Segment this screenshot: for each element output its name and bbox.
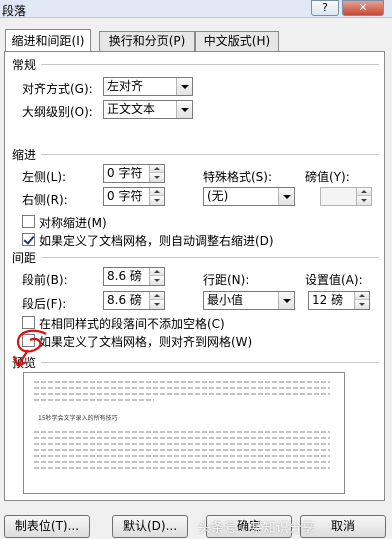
spin-down-icon[interactable]: [149, 196, 164, 205]
window-title: 段落: [2, 4, 27, 18]
spacing-at-stepper[interactable]: 12 磅: [308, 291, 370, 310]
special-indent-dropdown[interactable]: (无): [203, 187, 295, 206]
chevron-down-icon[interactable]: [278, 292, 294, 309]
preview-line: [34, 437, 330, 439]
spin-down-icon[interactable]: [149, 173, 164, 182]
spin-up-icon[interactable]: [356, 188, 371, 196]
no-space-same-style-checkbox[interactable]: [22, 316, 35, 329]
spacing-at-label: 设置值(A):: [305, 273, 363, 287]
spacing-at-value: 12 磅: [312, 293, 344, 307]
alignment-value: 左对齐: [107, 79, 144, 93]
chevron-down-icon[interactable]: [176, 78, 192, 95]
preview-line: [34, 461, 330, 463]
spin-down-icon[interactable]: [149, 276, 164, 285]
snap-to-grid-label: 如果定义了文档网格，则对齐到网格(W): [39, 335, 253, 349]
alignment-dropdown[interactable]: 左对齐: [103, 77, 193, 96]
tab-asian-typography[interactable]: 中文版式(H): [195, 31, 279, 51]
indent-heading: 缩进: [12, 148, 37, 162]
indent-by-label: 磅值(Y):: [305, 170, 350, 184]
help-button[interactable]: ?: [311, 0, 339, 16]
general-heading: 常规: [12, 58, 37, 72]
tab-line-page-breaks[interactable]: 换行和分页(P): [99, 31, 195, 51]
spacing-separator: [41, 257, 379, 258]
spin-up-icon[interactable]: [149, 268, 164, 276]
preview-line: [34, 399, 154, 401]
preview-line: [34, 455, 330, 457]
tab-indents-spacing[interactable]: 缩进和间距(I): [5, 29, 91, 51]
mirror-indents-checkbox[interactable]: [22, 215, 35, 228]
mirror-indents-label: 对称缩进(M): [39, 216, 107, 230]
indent-left-label: 左侧(L):: [22, 170, 67, 184]
spin-up-icon[interactable]: [149, 292, 164, 300]
preview-line: [34, 393, 330, 395]
preview-box: 15秒学会文字录入的所有技巧: [23, 372, 345, 494]
preview-sample-text: 15秒学会文字录入的所有技巧: [38, 415, 118, 422]
line-spacing-value: 最小值: [207, 293, 244, 307]
chevron-down-icon[interactable]: [278, 188, 294, 205]
auto-adjust-right-indent-label: 如果定义了文档网格，则自动调整右缩进(D): [39, 234, 274, 248]
indent-right-value: 0 字符: [107, 189, 143, 203]
spacing-after-label: 段后(F):: [22, 297, 67, 311]
set-default-button[interactable]: 默认(D)...: [112, 515, 188, 538]
indent-by-stepper[interactable]: [320, 187, 372, 206]
indent-right-label: 右侧(R):: [22, 193, 68, 207]
alignment-label: 对齐方式(G):: [22, 82, 93, 96]
special-indent-value: (无): [207, 189, 229, 203]
no-space-same-style-label: 在相同样式的段落间不添加空格(C): [39, 317, 225, 331]
special-indent-label: 特殊格式(S):: [203, 170, 273, 184]
outline-level-dropdown[interactable]: 正文文本: [103, 100, 193, 119]
preview-heading: 预览: [12, 356, 37, 370]
spacing-after-stepper[interactable]: 8.6 磅: [103, 291, 165, 310]
outline-level-label: 大纲级别(O):: [22, 105, 93, 119]
indent-separator: [41, 154, 379, 155]
indent-right-stepper[interactable]: 0 字符: [103, 187, 165, 206]
general-separator: [41, 64, 379, 65]
preview-line: [34, 449, 330, 451]
outline-level-value: 正文文本: [107, 102, 156, 116]
tab-panel: 常规 对齐方式(G): 左对齐 大纲级别(O): 正文文本 缩进 左侧(L): …: [4, 51, 385, 501]
spin-down-icon[interactable]: [354, 300, 369, 309]
snap-to-grid-checkbox[interactable]: [22, 334, 35, 347]
spin-up-icon[interactable]: [149, 165, 164, 173]
spacing-after-value: 8.6 磅: [107, 293, 142, 307]
auto-adjust-right-indent-checkbox[interactable]: [22, 233, 35, 246]
tabs-button[interactable]: 制表位(T)...: [4, 515, 90, 538]
spin-up-icon[interactable]: [354, 292, 369, 300]
spacing-before-value: 8.6 磅: [107, 269, 142, 283]
preview-line: [34, 381, 330, 383]
indent-left-value: 0 字符: [107, 166, 143, 180]
spacing-before-stepper[interactable]: 8.6 磅: [103, 267, 165, 286]
preview-line: [34, 387, 330, 389]
preview-line: [34, 443, 330, 445]
preview-line: [34, 467, 330, 469]
watermark-text: 头条号 / 某知识分享: [198, 521, 315, 536]
close-button[interactable]: ✕: [342, 0, 384, 16]
preview-separator: [41, 362, 379, 363]
spacing-before-label: 段前(B):: [22, 273, 68, 287]
title-bar: 段落 ? ✕: [0, 0, 392, 18]
spacing-heading: 间距: [12, 251, 37, 265]
spin-down-icon[interactable]: [356, 196, 371, 205]
indent-left-stepper[interactable]: 0 字符: [103, 164, 165, 183]
preview-line: [34, 431, 330, 433]
spin-up-icon[interactable]: [149, 188, 164, 196]
line-spacing-label: 行距(N):: [203, 273, 250, 287]
chevron-down-icon[interactable]: [176, 101, 192, 118]
spin-down-icon[interactable]: [149, 300, 164, 309]
line-spacing-dropdown[interactable]: 最小值: [203, 291, 295, 310]
